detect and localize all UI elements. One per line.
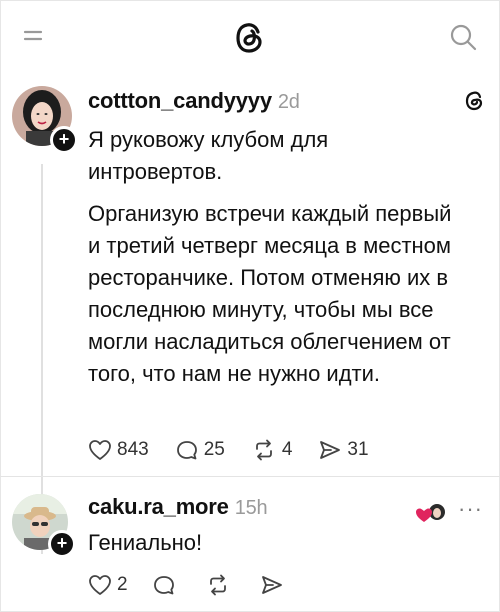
repost-count: 4	[281, 439, 293, 460]
send-icon	[261, 576, 282, 594]
post-paragraph: Организую встречи каждый первый и третий…	[88, 201, 452, 386]
top-bar	[0, 0, 500, 70]
comment-button[interactable]: 25	[175, 439, 225, 461]
like-count: 843	[117, 439, 149, 460]
like-button[interactable]: 843	[88, 439, 149, 461]
post-paragraph: Я руковожу клубом для интровертов.	[88, 127, 329, 184]
reply-author[interactable]: caku.ra_more 15h	[88, 494, 268, 520]
reply: + caku.ra_more 15h ··· Гениально! 2	[0, 486, 500, 612]
search-icon[interactable]	[448, 22, 478, 52]
follow-plus-icon[interactable]: +	[50, 126, 78, 154]
threads-badge-icon	[465, 91, 483, 111]
username[interactable]: caku.ra_more	[88, 494, 229, 519]
post-text: Я руковожу клубом для интровертов. Орган…	[88, 124, 468, 400]
comment-button[interactable]	[152, 574, 181, 596]
repost-icon	[209, 574, 226, 596]
reply-text: Гениально!	[88, 530, 203, 555]
post-author[interactable]: cottton_candyyyy 2d	[88, 88, 300, 114]
share-count: 31	[347, 439, 369, 460]
comment-icon	[153, 576, 174, 595]
comment-icon	[176, 441, 197, 460]
repost-button[interactable]	[205, 574, 236, 596]
send-icon	[320, 441, 341, 459]
post-time: 2d	[277, 91, 300, 113]
author-liked-heart-icon	[416, 504, 445, 522]
username[interactable]: cottton_candyyyy	[88, 88, 272, 113]
follow-plus-icon[interactable]: +	[48, 530, 76, 558]
repost-button[interactable]: 4	[251, 439, 293, 461]
more-options-icon[interactable]: ···	[458, 496, 483, 522]
share-button[interactable]	[260, 574, 289, 596]
like-count: 2	[117, 574, 128, 595]
post-actions: 843 25 4 31	[88, 435, 395, 465]
heart-icon	[89, 575, 111, 595]
reply-time: 15h	[234, 497, 268, 519]
threads-logo-icon[interactable]	[230, 18, 270, 58]
repost-icon	[255, 439, 272, 461]
heart-icon	[89, 440, 111, 460]
divider	[0, 476, 500, 477]
comment-count: 25	[203, 439, 225, 460]
share-button[interactable]: 31	[318, 439, 369, 461]
reply-actions: 2	[88, 574, 313, 596]
like-button[interactable]: 2	[88, 574, 128, 596]
menu-icon[interactable]	[22, 24, 44, 46]
